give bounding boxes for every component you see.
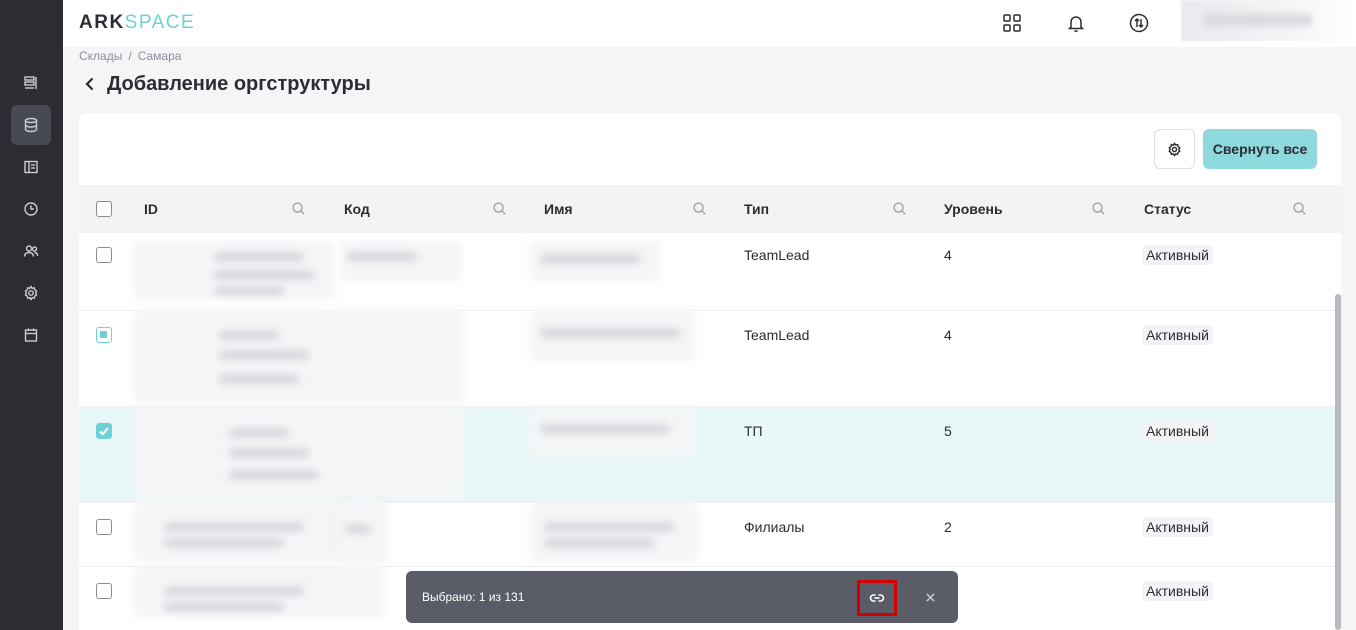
- breadcrumb-item-samara[interactable]: Самара: [138, 49, 182, 63]
- link-icon: [869, 594, 885, 602]
- selection-bar: Выбрано: 1 из 131: [406, 571, 958, 623]
- layout-icon: [24, 160, 38, 174]
- gear-icon: [24, 285, 38, 301]
- top-bar: ARKSPACE: [63, 0, 1356, 47]
- name-cell-redacted: [530, 311, 695, 361]
- level-cell: 5: [944, 423, 952, 439]
- collapse-all-button[interactable]: Свернуть все: [1203, 129, 1317, 169]
- column-search-name[interactable]: [692, 201, 708, 217]
- id-cell-redacted: [134, 567, 384, 617]
- column-header-type[interactable]: Тип: [744, 185, 769, 233]
- checkmark-icon: [99, 427, 109, 436]
- table-card: Свернуть все ID Код Имя Тип Уровень Стат…: [79, 113, 1341, 630]
- status-badge: Активный: [1142, 421, 1213, 441]
- type-cell: TeamLead: [744, 247, 810, 263]
- search-icon: [1293, 202, 1306, 215]
- status-badge: Активный: [1142, 581, 1213, 601]
- sidebar: [0, 0, 63, 630]
- code-cell-redacted: [341, 503, 385, 561]
- bell-icon: [1067, 16, 1085, 33]
- list-icon: [24, 76, 37, 89]
- database-icon: [24, 117, 38, 133]
- table-row-selected[interactable]: ТП 5 Активный: [79, 407, 1336, 503]
- clock-icon: [24, 202, 38, 216]
- status-badge: Активный: [1142, 245, 1213, 265]
- type-cell: ТП: [744, 423, 763, 439]
- code-cell-redacted: [341, 241, 461, 281]
- id-cell-redacted: [134, 407, 464, 499]
- name-cell-redacted: [530, 503, 698, 561]
- row-checkbox[interactable]: [96, 327, 112, 343]
- breadcrumb-separator: /: [128, 49, 132, 63]
- search-icon: [292, 202, 305, 215]
- clear-selection-button[interactable]: [922, 589, 938, 605]
- level-cell: 4: [944, 327, 952, 343]
- id-cell-redacted: [134, 241, 334, 299]
- search-icon: [693, 202, 706, 215]
- table-settings-button[interactable]: [1154, 129, 1195, 169]
- level-cell: 4: [944, 247, 952, 263]
- name-cell-redacted: [530, 241, 660, 281]
- column-header-level[interactable]: Уровень: [944, 185, 1003, 233]
- row-checkbox[interactable]: [96, 519, 112, 535]
- notifications-button[interactable]: [1064, 11, 1088, 35]
- breadcrumb-item-warehouses[interactable]: Склады: [79, 49, 122, 63]
- chevron-left-icon: [85, 77, 94, 91]
- selection-count: Выбрано: 1 из 131: [422, 590, 525, 604]
- column-search-id[interactable]: [291, 201, 307, 217]
- column-search-code[interactable]: [492, 201, 508, 217]
- search-icon: [893, 202, 906, 215]
- sidebar-item-list[interactable]: [11, 63, 51, 103]
- sidebar-item-database[interactable]: [11, 105, 51, 145]
- switch-icon: [1129, 13, 1149, 33]
- type-cell: Филиалы: [744, 519, 805, 535]
- gear-icon: [1168, 141, 1181, 157]
- column-search-level[interactable]: [1091, 201, 1107, 217]
- back-button[interactable]: [79, 73, 101, 95]
- row-checkbox[interactable]: [96, 583, 112, 599]
- column-header-id[interactable]: ID: [144, 185, 158, 233]
- table-row[interactable]: TeamLead 4 Активный: [79, 311, 1336, 407]
- apps-grid-icon: [1003, 14, 1021, 32]
- sidebar-item-settings[interactable]: [11, 273, 51, 313]
- table-row[interactable]: TeamLead 4 Активный: [79, 233, 1336, 311]
- column-header-name[interactable]: Имя: [544, 185, 573, 233]
- sidebar-item-layout[interactable]: [11, 147, 51, 187]
- switch-button[interactable]: [1127, 11, 1151, 35]
- row-checkbox[interactable]: [96, 247, 112, 263]
- column-header-status[interactable]: Статус: [1144, 185, 1191, 233]
- sidebar-item-calendar[interactable]: [11, 315, 51, 355]
- users-icon: [23, 245, 39, 257]
- column-search-type[interactable]: [892, 201, 908, 217]
- logo[interactable]: ARKSPACE: [79, 12, 195, 34]
- page-header: Добавление оргструктуры: [79, 72, 371, 96]
- status-badge: Активный: [1142, 325, 1213, 345]
- calendar-icon: [24, 328, 38, 342]
- breadcrumb: Склады / Самара: [79, 49, 181, 63]
- search-icon: [1092, 202, 1105, 215]
- apps-grid-button[interactable]: [1000, 11, 1024, 35]
- id-cell-redacted: [134, 311, 464, 403]
- type-cell: TeamLead: [744, 327, 810, 343]
- column-search-status[interactable]: [1292, 201, 1308, 217]
- table-row[interactable]: Филиалы 2 Активный: [79, 503, 1336, 567]
- search-icon: [493, 202, 506, 215]
- column-header-code[interactable]: Код: [344, 185, 370, 233]
- vertical-scrollbar[interactable]: [1335, 294, 1341, 630]
- select-all-checkbox[interactable]: [96, 201, 112, 217]
- status-badge: Активный: [1142, 517, 1213, 537]
- level-cell: 2: [944, 519, 952, 535]
- link-selected-button[interactable]: [857, 580, 897, 616]
- page-title: Добавление оргструктуры: [107, 72, 371, 95]
- row-checkbox[interactable]: [96, 423, 112, 439]
- sidebar-item-history[interactable]: [11, 189, 51, 229]
- user-profile[interactable]: [1181, 0, 1356, 41]
- sidebar-item-users[interactable]: [11, 231, 51, 271]
- close-icon: [925, 592, 935, 602]
- name-cell-redacted: [530, 407, 695, 457]
- table-header: ID Код Имя Тип Уровень Статус: [79, 185, 1341, 233]
